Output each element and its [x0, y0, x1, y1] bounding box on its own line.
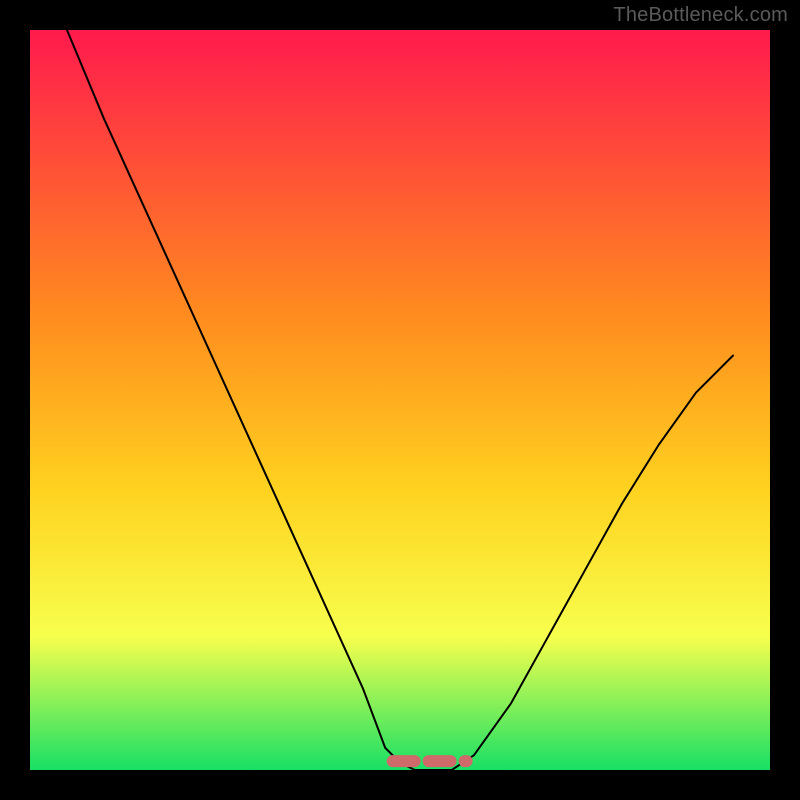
watermark-text: TheBottleneck.com [613, 4, 788, 27]
plot-area [30, 30, 770, 770]
bottleneck-chart [30, 30, 770, 770]
gradient-background [30, 30, 770, 770]
chart-frame: TheBottleneck.com [0, 0, 800, 800]
